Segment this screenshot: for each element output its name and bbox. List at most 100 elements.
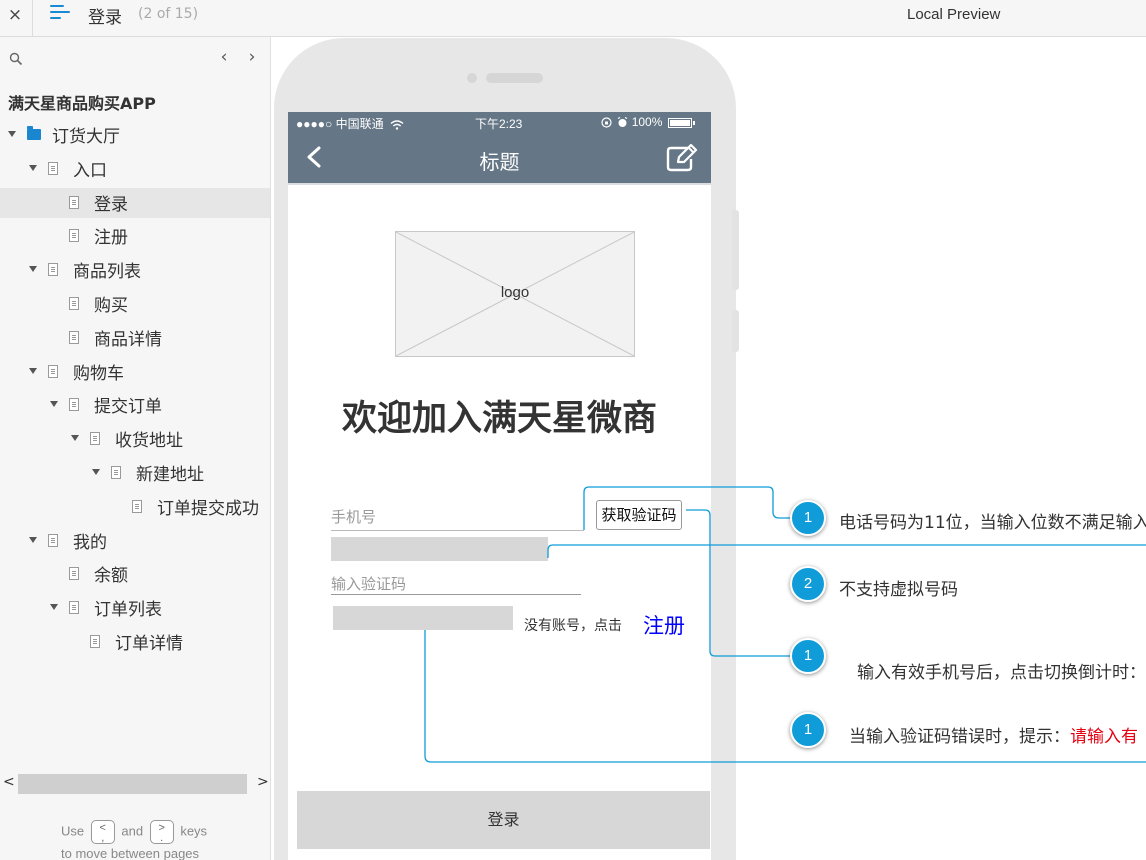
register-link[interactable]: 注册	[643, 610, 685, 640]
tree-item[interactable]: 订单详情	[0, 627, 270, 657]
nav-bar: 标题	[288, 132, 711, 185]
page-count: (2 of 15)	[138, 6, 199, 22]
phone-speaker	[486, 73, 543, 83]
tree-item-label: 订单详情	[115, 634, 183, 654]
scroll-thumb[interactable]	[18, 774, 247, 794]
wifi-icon	[390, 120, 404, 130]
page-icon	[69, 567, 79, 581]
scroll-left-arrow[interactable]: <	[3, 774, 15, 790]
tree-item-label: 购买	[94, 296, 128, 316]
tree-item-label: 登录	[94, 194, 128, 215]
page-icon	[90, 432, 100, 446]
page-icon	[48, 533, 58, 547]
expand-caret-icon[interactable]	[8, 131, 16, 137]
tree-item-label: 入口	[73, 160, 107, 181]
tree-item[interactable]: 收货地址	[0, 424, 270, 454]
search-icon[interactable]	[9, 52, 23, 66]
tree-item[interactable]: 订单列表	[0, 593, 270, 623]
tree-item[interactable]: 购买	[0, 289, 270, 319]
scroll-right-arrow[interactable]: >	[257, 774, 269, 790]
expand-caret-icon[interactable]	[50, 604, 58, 611]
expand-caret-icon[interactable]	[50, 401, 58, 408]
hint-line-2: to move between pages	[61, 846, 200, 860]
page-icon	[69, 601, 79, 615]
tree-item[interactable]: 提交订单	[0, 390, 270, 420]
tree-item-label: 订单提交成功	[157, 498, 259, 519]
horizontal-scrollbar[interactable]: < >	[0, 772, 270, 796]
page-icon	[90, 635, 100, 648]
tree-item[interactable]: 新建地址	[0, 458, 270, 488]
prev-key-icon: <,	[90, 820, 115, 844]
folder-icon	[27, 126, 41, 140]
page-title: 登录	[88, 8, 122, 28]
get-code-button[interactable]: 获取验证码	[596, 500, 682, 530]
edit-icon[interactable]	[666, 144, 698, 172]
expand-caret-icon[interactable]	[92, 469, 100, 475]
nav-title: 标题	[479, 150, 520, 174]
tree-item[interactable]: 订货大厅	[0, 120, 270, 150]
phone-number-field[interactable]: 手机号	[331, 505, 584, 531]
page-icon	[48, 263, 58, 277]
hint-use-text: Use	[61, 823, 85, 839]
annotation-text: 电话号码为11位，当输入位数不满足输入	[839, 513, 1146, 533]
close-icon[interactable]: ×	[5, 4, 25, 26]
annotation-text-main: 当输入验证码错误时，提示：	[849, 727, 1070, 747]
phone-error-placeholder	[331, 537, 548, 561]
expand-caret-icon[interactable]	[29, 367, 37, 374]
tree-item-label: 订单列表	[94, 600, 162, 621]
annotation-marker[interactable]: 1	[790, 712, 826, 748]
battery-icon	[667, 117, 695, 128]
prev-page-button[interactable]: ‹	[217, 47, 231, 67]
page-icon	[48, 161, 58, 175]
menu-icon[interactable]	[50, 5, 72, 23]
welcome-heading: 欢迎加入满天星微商	[341, 399, 657, 439]
tree-item[interactable]: 登录	[0, 187, 270, 218]
preview-label: Local Preview	[907, 6, 1001, 23]
expand-caret-icon[interactable]	[71, 435, 79, 442]
top-bar: × 登录 (2 of 15) Local Preview	[0, 0, 1146, 37]
tree-item-label: 新建地址	[136, 465, 204, 485]
no-account-text: 没有账号，点击	[524, 618, 622, 634]
tree-item-label: 商品详情	[94, 329, 162, 350]
annotation-marker[interactable]: 2	[790, 566, 826, 602]
project-title: 满天星商品购买APP	[8, 94, 156, 113]
tree-item-label: 收货地址	[115, 431, 183, 452]
tree-item-label: 余额	[94, 566, 128, 587]
hint-keys-text: keys	[180, 823, 208, 839]
tree-item-label: 提交订单	[94, 397, 162, 418]
expand-caret-icon[interactable]	[29, 266, 37, 273]
annotation-marker[interactable]: 1	[790, 638, 826, 674]
annotation-text: 输入有效手机号后，点击切换倒计时：	[857, 663, 1146, 683]
annotation-text: 当输入验证码错误时，提示：请输入有	[849, 722, 1138, 747]
annotation-error-text: 请输入有	[1070, 727, 1138, 747]
status-bar: ●●●●○ 中国联通 下午2:23 100%	[288, 112, 711, 132]
tree-item[interactable]: 购物车	[0, 357, 270, 387]
annotation-marker[interactable]: 1	[790, 500, 826, 536]
tree-item-label: 我的	[73, 532, 107, 553]
login-button[interactable]: 登录	[297, 791, 710, 849]
tree-item[interactable]: 商品列表	[0, 255, 270, 285]
tree-item[interactable]: 余额	[0, 559, 270, 589]
verification-code-field[interactable]: 输入验证码	[331, 573, 581, 595]
code-error-placeholder	[333, 606, 513, 630]
page-icon	[69, 195, 79, 209]
page-icon	[69, 229, 79, 243]
logo-label: logo	[500, 284, 530, 301]
page-icon	[69, 297, 79, 310]
carrier: ●●●●○ 中国联通	[296, 115, 404, 132]
hint-and-text: and	[121, 823, 144, 839]
tree-item-label: 购物车	[73, 363, 124, 384]
divider	[32, 0, 33, 36]
phone-screen: ●●●●○ 中国联通 下午2:23 100% 标题 logo 欢迎加入满天星微商…	[288, 112, 711, 860]
tree-item[interactable]: 订单提交成功	[0, 492, 270, 522]
expand-caret-icon[interactable]	[29, 536, 37, 543]
expand-caret-icon[interactable]	[29, 164, 37, 171]
alarm-icon	[618, 117, 628, 128]
next-page-button[interactable]: ›	[245, 47, 259, 67]
sidebar: ‹ › 满天星商品购买APP 订货大厅入口登录注册商品列表购买商品详情购物车提交…	[0, 37, 271, 860]
tree-item[interactable]: 商品详情	[0, 323, 270, 353]
tree-item[interactable]: 我的	[0, 526, 270, 556]
status-time: 下午2:23	[475, 117, 523, 131]
tree-item[interactable]: 注册	[0, 221, 270, 251]
tree-item[interactable]: 入口	[0, 154, 270, 184]
